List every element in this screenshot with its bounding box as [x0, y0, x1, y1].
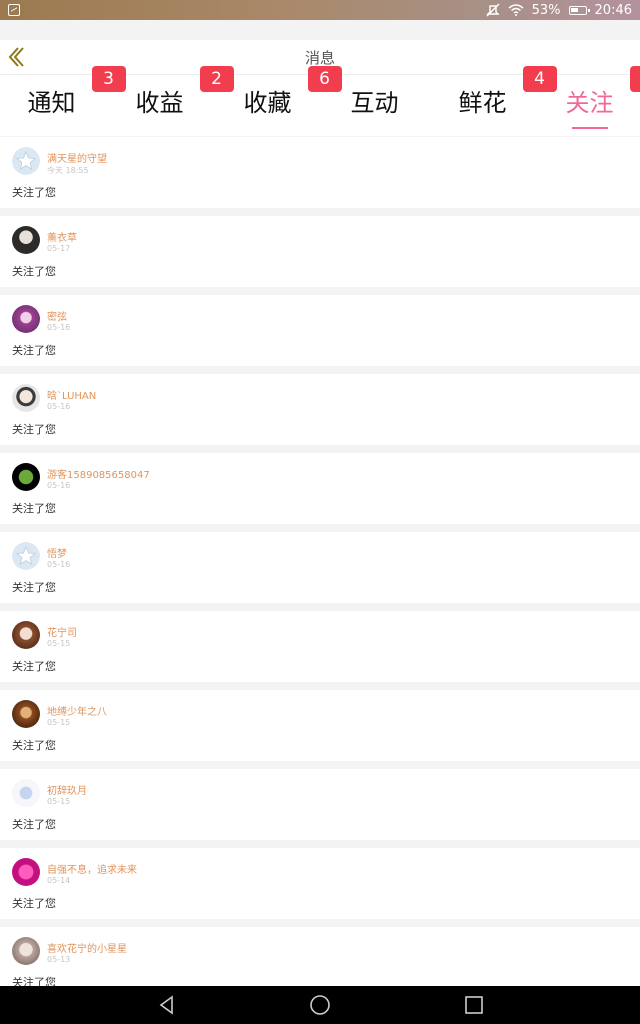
message-text: 关注了您 [12, 976, 56, 986]
top-spacer [0, 20, 640, 40]
message-text: 关注了您 [12, 186, 56, 199]
follow-message-item[interactable]: 薰衣草 05-17 关注了您 [0, 216, 640, 287]
avatar[interactable] [12, 858, 40, 886]
timestamp: 05-14 [47, 876, 71, 885]
follow-message-list: 满天星的守望 今天 18:55 关注了您 薰衣草 05-17 关注了您 密弦 05-16 关注了… [0, 137, 640, 986]
follow-message-item[interactable]: 喜欢花宁的小星星 05-13 关注了您 [0, 927, 640, 986]
page-title: 消息 [304, 48, 335, 67]
avatar[interactable] [12, 779, 40, 807]
follow-message-item[interactable]: 花宁司 05-15 关注了您 [0, 611, 640, 682]
tab-label: 鲜花 4 [459, 66, 557, 131]
avatar[interactable] [12, 937, 40, 965]
tab-4[interactable]: 鲜花 4 [429, 66, 557, 137]
tab-bar: 通知3收益2收藏6 互动 鲜花4关注1 [0, 66, 640, 137]
follow-message-item[interactable]: 游客1589085658047 05-16 关注了您 [0, 453, 640, 524]
nav-home-icon[interactable] [309, 994, 331, 1016]
timestamp: 05-13 [47, 955, 71, 964]
timestamp: 05-17 [47, 244, 71, 253]
nav-recents-icon[interactable] [463, 994, 485, 1016]
follow-message-item[interactable]: 地缚少年之八 05-15 关注了您 [0, 690, 640, 761]
message-text: 关注了您 [12, 818, 56, 831]
username[interactable]: 喜欢花宁的小星星 [47, 940, 127, 955]
follow-message-item[interactable]: 晗`LUHAN 05-16 关注了您 [0, 374, 640, 445]
unread-count-badge: 1 [629, 66, 640, 92]
default-avatar-star-icon[interactable] [12, 147, 40, 175]
username[interactable]: 密弦 [47, 308, 67, 323]
message-text: 关注了您 [12, 265, 56, 278]
timestamp: 今天 18:55 [47, 166, 89, 175]
username[interactable]: 游客1589085658047 [47, 466, 150, 481]
battery-percent: 53% [531, 2, 561, 18]
avatar[interactable] [12, 463, 40, 491]
tab-label: 关注1 [566, 66, 640, 131]
tab-label: 收藏 6 [244, 66, 342, 131]
active-tab-indicator [571, 127, 608, 129]
tab-label: 互动 [350, 89, 399, 117]
tab-3[interactable]: 互动 [321, 75, 428, 137]
timestamp: 05-16 [47, 402, 71, 411]
username[interactable]: 初辞玖月 [47, 782, 87, 797]
message-text: 关注了您 [12, 660, 56, 673]
timestamp: 05-16 [47, 323, 71, 332]
system-nav-bar [0, 986, 640, 1024]
tab-label: 收益 2 [136, 66, 234, 131]
avatar[interactable] [12, 700, 40, 728]
wifi-icon [508, 4, 524, 16]
message-text: 关注了您 [12, 897, 56, 910]
follow-message-item[interactable]: 满天星的守望 今天 18:55 关注了您 [0, 137, 640, 208]
avatar[interactable] [12, 226, 40, 254]
timestamp: 05-15 [47, 718, 71, 727]
message-text: 关注了您 [12, 581, 56, 594]
message-text: 关注了您 [12, 502, 56, 515]
tab-label: 通知 3 [28, 66, 126, 131]
avatar[interactable] [12, 621, 40, 649]
username[interactable]: 晗`LUHAN [47, 387, 96, 402]
status-bar: 53% 20:46 [0, 0, 640, 20]
default-avatar-star-icon[interactable] [12, 542, 40, 570]
nav-back-icon[interactable] [156, 994, 178, 1016]
username[interactable]: 地缚少年之八 [47, 703, 107, 718]
follow-message-item[interactable]: 悟梦 05-16 关注了您 [0, 532, 640, 603]
message-text: 关注了您 [12, 423, 56, 436]
message-text: 关注了您 [12, 344, 56, 357]
battery-icon [568, 5, 590, 15]
timestamp: 05-16 [47, 560, 71, 569]
username[interactable]: 自强不息，追求未来 [47, 861, 137, 876]
username[interactable]: 薰衣草 [47, 229, 77, 244]
follow-message-item[interactable]: 自强不息，追求未来 05-14 关注了您 [0, 848, 640, 919]
timestamp: 05-15 [47, 797, 71, 806]
username[interactable]: 悟梦 [47, 545, 67, 560]
mute-icon [485, 3, 500, 17]
tab-5[interactable]: 关注1 [536, 66, 640, 137]
tab-0[interactable]: 通知 3 [0, 66, 126, 137]
timestamp: 05-16 [47, 481, 71, 490]
timestamp: 05-15 [47, 639, 71, 648]
clock: 20:46 [594, 2, 632, 18]
tab-1[interactable]: 收益 2 [106, 66, 234, 137]
avatar[interactable] [12, 305, 40, 333]
follow-message-item[interactable]: 密弦 05-16 关注了您 [0, 295, 640, 366]
follow-message-item[interactable]: 初辞玖月 05-15 关注了您 [0, 769, 640, 840]
back-arrow-icon[interactable] [6, 45, 28, 69]
avatar[interactable] [12, 384, 40, 412]
image-notification-icon [8, 4, 20, 16]
tab-2[interactable]: 收藏 6 [214, 66, 342, 137]
username[interactable]: 花宁司 [47, 624, 77, 639]
username[interactable]: 满天星的守望 [47, 150, 107, 165]
message-text: 关注了您 [12, 739, 56, 752]
